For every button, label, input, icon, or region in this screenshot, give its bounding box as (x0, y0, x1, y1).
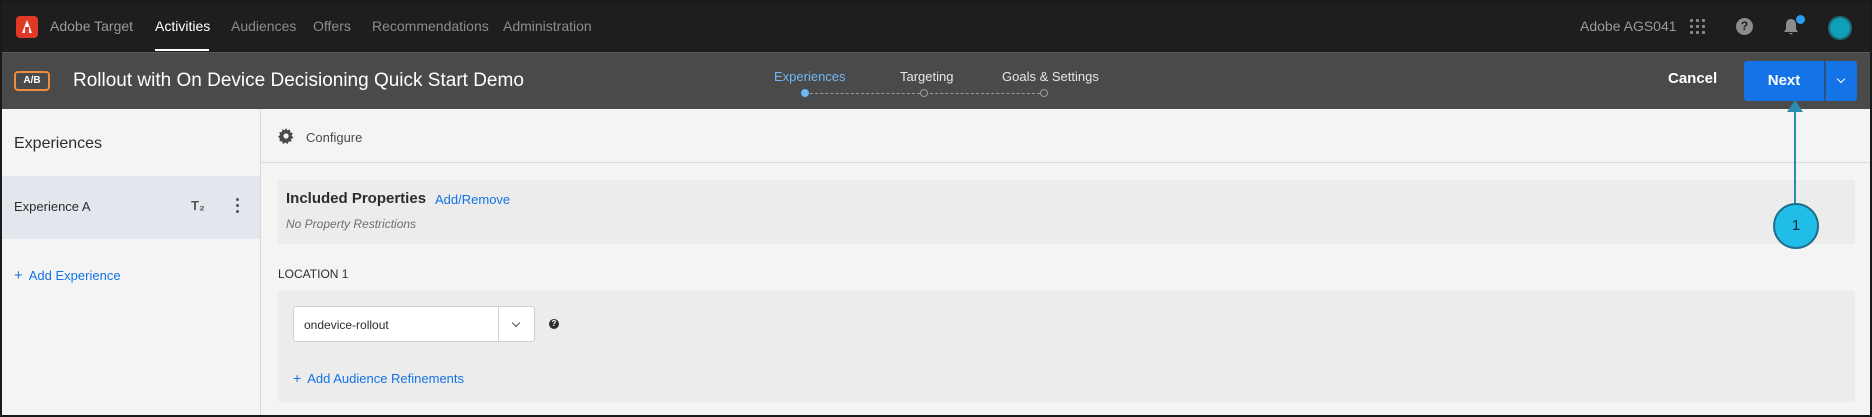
global-nav: Adobe Target Activities Audiences Offers… (2, 2, 1870, 52)
org-switcher[interactable]: Adobe AGS041 (1580, 18, 1677, 34)
help-icon[interactable]: ? (1736, 18, 1753, 35)
location-label: LOCATION 1 (278, 267, 349, 281)
apps-grid-icon[interactable] (1690, 19, 1705, 34)
experience-label: Experience A (14, 199, 91, 214)
step-dot-targeting (920, 89, 928, 97)
gear-icon[interactable] (278, 128, 294, 144)
nav-item-activities[interactable]: Activities (155, 18, 210, 34)
info-icon[interactable]: ? (549, 319, 559, 329)
step-targeting[interactable]: Targeting (900, 69, 953, 84)
add-audience-refinements-link[interactable]: + Add Audience Refinements (293, 370, 464, 386)
property-restrictions-note: No Property Restrictions (286, 217, 417, 231)
step-dot-goals-settings (1040, 89, 1048, 97)
configure-label[interactable]: Configure (306, 130, 362, 145)
add-experience-link[interactable]: + Add Experience (14, 267, 121, 284)
step-connector (930, 93, 1040, 94)
nav-item-offers[interactable]: Offers (313, 18, 351, 34)
more-options-icon[interactable] (236, 198, 240, 214)
configure-bar: Configure (261, 109, 1870, 163)
notification-badge (1796, 15, 1805, 24)
plus-icon: + (14, 267, 23, 284)
nav-item-recommendations[interactable]: Recommendations (372, 18, 489, 34)
add-experience-label: Add Experience (28, 268, 121, 283)
step-goals-settings[interactable]: Goals & Settings (1002, 69, 1099, 84)
next-dropdown-button[interactable] (1825, 61, 1857, 101)
step-experiences[interactable]: Experiences (774, 69, 846, 84)
brand-name[interactable]: Adobe Target (50, 18, 133, 34)
sidebar-title: Experiences (14, 135, 103, 152)
add-remove-link[interactable]: Add/Remove (435, 192, 510, 207)
callout-line (1794, 110, 1796, 208)
included-properties-panel: Included Properties Add/Remove No Proper… (278, 180, 1855, 244)
activity-header: A/B Rollout with On Device Decisioning Q… (2, 52, 1870, 109)
activity-type-badge: A/B (14, 71, 50, 91)
callout-number-badge: 1 (1773, 203, 1819, 249)
step-dot-experiences (801, 89, 809, 97)
experiences-sidebar: Experiences Experience A T₂ + Add Experie… (2, 109, 261, 415)
step-connector (810, 93, 920, 94)
add-audience-refinements-label: Add Audience Refinements (307, 371, 465, 386)
next-button[interactable]: Next (1744, 61, 1824, 101)
main-panel: Configure Included Properties Add/Remove… (261, 109, 1870, 415)
plus-icon: + (293, 370, 302, 386)
adobe-logo-icon[interactable] (16, 16, 38, 38)
nav-active-indicator (155, 49, 209, 51)
cancel-button[interactable]: Cancel (1668, 70, 1717, 87)
rename-text-icon[interactable]: T₂ (191, 198, 205, 213)
location-select-input[interactable]: ondevice-rollout (293, 306, 499, 342)
location-panel: ondevice-rollout ? + Add Audience Refinem… (278, 291, 1855, 402)
activity-title[interactable]: Rollout with On Device Decisioning Quick… (73, 70, 524, 92)
avatar[interactable] (1828, 16, 1852, 40)
included-properties-title: Included Properties (286, 190, 427, 207)
experience-item[interactable]: Experience A T₂ (2, 176, 260, 239)
app-frame: Adobe Target Activities Audiences Offers… (0, 0, 1872, 417)
nav-item-audiences[interactable]: Audiences (231, 18, 296, 34)
nav-item-administration[interactable]: Administration (503, 18, 592, 34)
location-dropdown-button[interactable] (498, 306, 535, 342)
